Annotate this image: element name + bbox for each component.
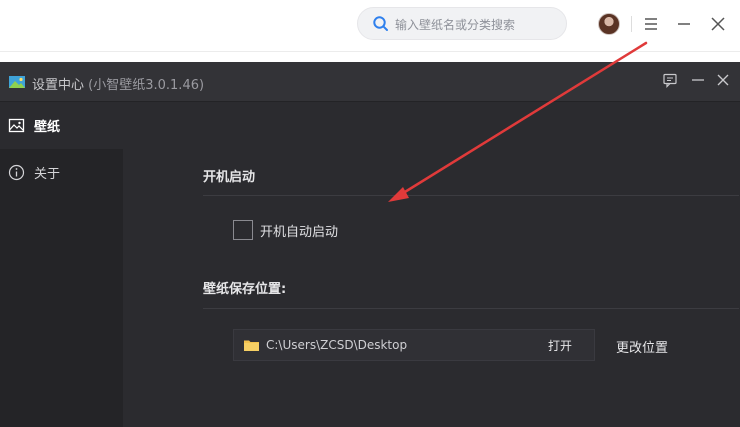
settings-sidebar: 壁纸 关于 [0,102,123,427]
save-path-field: C:\Users\ZCSD\Desktop 打开 [233,329,595,361]
dialog-title-bar: 设置中心 (小智壁纸3.0.1.46) [0,62,740,102]
sidebar-item-label: 关于 [34,167,61,182]
auto-start-checkbox[interactable] [233,220,253,240]
minimize-icon[interactable] [674,14,694,34]
dialog-title: 设置中心 (小智壁纸3.0.1.46) [32,78,205,93]
feedback-icon[interactable] [661,71,679,89]
close-icon[interactable] [708,14,728,34]
search-box[interactable]: 输入壁纸名或分类搜索 [357,7,567,40]
save-path-text: C:\Users\ZCSD\Desktop [266,338,408,352]
save-location-heading: 壁纸保存位置: [203,282,287,297]
avatar[interactable] [598,13,620,35]
search-icon [373,16,388,31]
auto-start-label[interactable]: 开机自动启动 [260,221,338,240]
sidebar-item-label: 壁纸 [34,120,61,135]
menu-icon[interactable] [641,14,661,34]
dialog-close-icon[interactable] [714,71,732,89]
main-top-bar: 输入壁纸名或分类搜索 [0,0,740,52]
info-icon [8,164,25,181]
change-location-button[interactable]: 更改位置 [616,337,668,356]
search-placeholder: 输入壁纸名或分类搜索 [395,18,516,32]
folder-icon [244,340,259,351]
app-version: (小智壁纸3.0.1.46) [88,78,205,93]
app-logo-icon [9,76,25,88]
sidebar-item-about[interactable]: 关于 [0,149,123,196]
screen: 输入壁纸名或分类搜索 设置中心 (小智壁纸3.0.1.46) 壁纸 关于 开机启… [0,0,740,427]
dialog-minimize-icon[interactable] [689,71,707,89]
sidebar-item-wallpaper[interactable]: 壁纸 [0,102,123,149]
divider [203,195,739,196]
settings-dialog: 设置中心 (小智壁纸3.0.1.46) 壁纸 关于 开机启动 开机自动启动 壁纸… [0,62,740,427]
open-folder-button[interactable]: 打开 [548,337,572,354]
settings-content: 开机启动 开机自动启动 壁纸保存位置: C:\Users\ZCSD\Deskto… [123,102,740,427]
startup-heading: 开机启动 [203,170,256,185]
image-icon [8,118,25,133]
divider [203,308,739,309]
divider [631,16,632,32]
